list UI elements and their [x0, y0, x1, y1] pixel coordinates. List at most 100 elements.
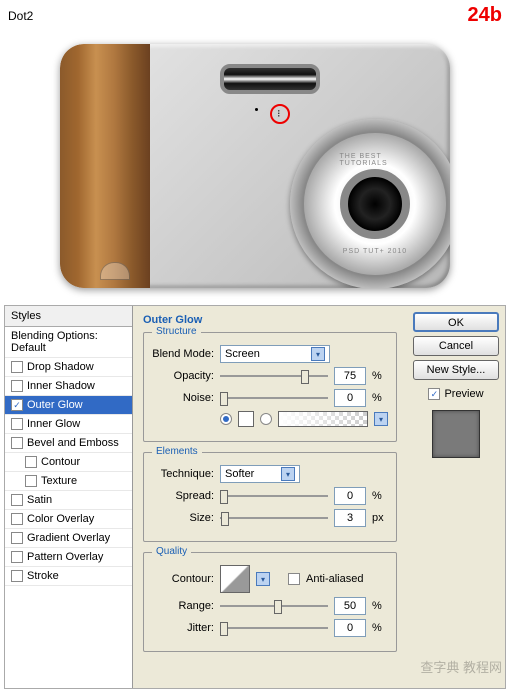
style-item-label: Color Overlay: [27, 513, 94, 525]
style-item-bevel-and-emboss[interactable]: Bevel and Emboss: [5, 434, 132, 453]
canvas-preview: ⠇ THE BEST TUTORIALS PSD TUT+ 2010: [8, 31, 502, 301]
dropdown-arrow-icon: ▾: [311, 347, 325, 361]
lens-text-bottom: PSD TUT+ 2010: [343, 248, 407, 255]
header: Dot2 24b: [0, 0, 510, 31]
style-item-label: Outer Glow: [27, 399, 83, 411]
anti-aliased-label: Anti-aliased: [306, 573, 363, 585]
style-checkbox[interactable]: [25, 475, 37, 487]
style-checkbox[interactable]: [11, 361, 23, 373]
blend-mode-select[interactable]: Screen ▾: [220, 345, 330, 363]
style-item-label: Inner Glow: [27, 418, 80, 430]
style-item-label: Gradient Overlay: [27, 532, 110, 544]
style-item-color-overlay[interactable]: Color Overlay: [5, 510, 132, 529]
technique-value: Softer: [225, 468, 254, 480]
step-badge: 24b: [468, 4, 502, 27]
jitter-slider[interactable]: [220, 620, 328, 636]
opacity-label: Opacity:: [152, 370, 214, 382]
size-slider[interactable]: [220, 510, 328, 526]
anti-aliased-checkbox[interactable]: [288, 573, 300, 585]
style-item-gradient-overlay[interactable]: Gradient Overlay: [5, 529, 132, 548]
style-checkbox[interactable]: [11, 399, 23, 411]
style-item-label: Drop Shadow: [27, 361, 94, 373]
document-title: Dot2: [8, 9, 33, 23]
style-checkbox[interactable]: [11, 380, 23, 392]
style-checkbox[interactable]: [11, 494, 23, 506]
style-item-label: Contour: [41, 456, 80, 468]
preview-checkbox[interactable]: [428, 388, 440, 400]
style-checkbox[interactable]: [11, 570, 23, 582]
styles-header[interactable]: Styles: [5, 306, 132, 327]
style-item-pattern-overlay[interactable]: Pattern Overlay: [5, 548, 132, 567]
contour-picker[interactable]: [220, 565, 250, 593]
style-checkbox[interactable]: [11, 532, 23, 544]
style-checkbox[interactable]: [11, 513, 23, 525]
blend-mode-label: Blend Mode:: [152, 348, 214, 360]
wood-grip: [60, 44, 150, 288]
solid-color-radio[interactable]: [220, 413, 232, 425]
style-item-label: Pattern Overlay: [27, 551, 103, 563]
blend-mode-value: Screen: [225, 348, 260, 360]
style-checkbox[interactable]: [11, 551, 23, 563]
spread-slider[interactable]: [220, 488, 328, 504]
style-item-inner-shadow[interactable]: Inner Shadow: [5, 377, 132, 396]
cancel-button[interactable]: Cancel: [413, 336, 499, 356]
contour-label: Contour:: [152, 573, 214, 585]
size-input[interactable]: 3: [334, 509, 366, 527]
range-input[interactable]: 50: [334, 597, 366, 615]
elements-group: Elements Technique: Softer ▾ Spread: 0 %…: [143, 452, 397, 542]
style-item-outer-glow[interactable]: Outer Glow: [5, 396, 132, 415]
style-checkbox[interactable]: [25, 456, 37, 468]
contour-dropdown-icon[interactable]: ▾: [256, 572, 270, 586]
style-checkbox[interactable]: [11, 418, 23, 430]
dropdown-arrow-icon: ▾: [281, 467, 295, 481]
quality-group: Quality Contour: ▾ Anti-aliased Range: 5…: [143, 552, 397, 652]
style-item-texture[interactable]: Texture: [5, 472, 132, 491]
style-item-stroke[interactable]: Stroke: [5, 567, 132, 586]
style-item-drop-shadow[interactable]: Drop Shadow: [5, 358, 132, 377]
ok-button[interactable]: OK: [413, 312, 499, 332]
technique-select[interactable]: Softer ▾: [220, 465, 300, 483]
lens-text-top: THE BEST TUTORIALS: [340, 153, 411, 167]
watermark: 查字典 教程网: [420, 657, 502, 676]
lens-text-wrap: THE BEST TUTORIALS PSD TUT+ 2010: [304, 133, 446, 275]
layer-style-dialog: Styles Blending Options: Default Drop Sh…: [4, 305, 506, 689]
opacity-unit: %: [372, 370, 388, 382]
blending-options-label: Blending Options: Default: [11, 330, 126, 354]
noise-slider[interactable]: [220, 390, 328, 406]
spread-unit: %: [372, 490, 388, 502]
size-label: Size:: [152, 512, 214, 524]
noise-unit: %: [372, 392, 388, 404]
glow-color-swatch[interactable]: [238, 411, 254, 427]
size-unit: px: [372, 512, 388, 524]
gradient-preview[interactable]: [278, 411, 368, 427]
jitter-input[interactable]: 0: [334, 619, 366, 637]
range-slider[interactable]: [220, 598, 328, 614]
style-item-contour[interactable]: Contour: [5, 453, 132, 472]
technique-label: Technique:: [152, 468, 214, 480]
spread-input[interactable]: 0: [334, 487, 366, 505]
preview-swatch: [432, 410, 480, 458]
gradient-radio[interactable]: [260, 413, 272, 425]
style-item-label: Bevel and Emboss: [27, 437, 119, 449]
range-unit: %: [372, 600, 388, 612]
style-checkbox[interactable]: [11, 437, 23, 449]
style-item-label: Satin: [27, 494, 52, 506]
spread-label: Spread:: [152, 490, 214, 502]
blending-options-item[interactable]: Blending Options: Default: [5, 327, 132, 358]
range-label: Range:: [152, 600, 214, 612]
style-item-satin[interactable]: Satin: [5, 491, 132, 510]
styles-list-panel: Styles Blending Options: Default Drop Sh…: [5, 306, 133, 688]
mic-hole: [255, 108, 258, 111]
noise-input[interactable]: 0: [334, 389, 366, 407]
style-item-inner-glow[interactable]: Inner Glow: [5, 415, 132, 434]
new-style-button[interactable]: New Style...: [413, 360, 499, 380]
structure-group: Structure Blend Mode: Screen ▾ Opacity: …: [143, 332, 397, 442]
lens-outer-ring: THE BEST TUTORIALS PSD TUT+ 2010: [290, 119, 450, 288]
gradient-dropdown-icon[interactable]: ▾: [374, 412, 388, 426]
preview-toggle[interactable]: Preview: [428, 388, 483, 400]
opacity-slider[interactable]: [220, 368, 328, 384]
style-item-label: Stroke: [27, 570, 59, 582]
buttons-panel: OK Cancel New Style... Preview: [407, 306, 505, 688]
noise-label: Noise:: [152, 392, 214, 404]
opacity-input[interactable]: 75: [334, 367, 366, 385]
